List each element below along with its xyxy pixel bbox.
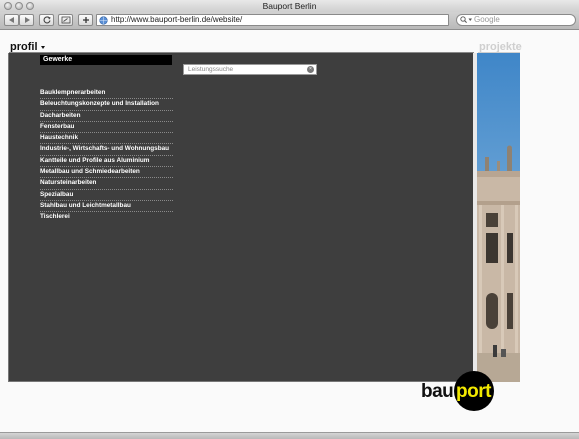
- projekte-photo[interactable]: [477, 53, 520, 382]
- logo-text-bau[interactable]: bau: [421, 381, 454, 403]
- forward-button[interactable]: [19, 14, 34, 26]
- tab-gewerke[interactable]: Gewerke: [40, 55, 172, 65]
- list-item[interactable]: Metallbau und Schmiedearbeiten: [40, 167, 173, 179]
- snapback-icon: [61, 16, 70, 24]
- browser-toolbar: http://www.bauport-berlin.de/website/ Go…: [0, 12, 579, 30]
- list-item[interactable]: Fensterbau: [40, 122, 173, 134]
- logo-text-port[interactable]: port: [456, 381, 491, 403]
- list-item[interactable]: Industrie-, Wirtschafts- und Wohnungsbau: [40, 144, 173, 156]
- forward-arrow-icon: [24, 17, 30, 23]
- list-item[interactable]: Tischlerei: [40, 212, 173, 223]
- list-item[interactable]: Dacharbeiten: [40, 111, 173, 122]
- snapback-button[interactable]: [58, 14, 73, 26]
- globe-icon: [99, 16, 108, 25]
- caret-down-icon[interactable]: [41, 46, 45, 49]
- list-item[interactable]: Kantteile und Profile aus Aluminium: [40, 156, 173, 168]
- clear-search-icon[interactable]: ×: [307, 66, 314, 73]
- google-search-field[interactable]: Google: [456, 14, 576, 26]
- back-arrow-icon: [8, 17, 14, 23]
- address-bar[interactable]: http://www.bauport-berlin.de/website/: [96, 14, 449, 26]
- add-bookmark-button[interactable]: [78, 14, 93, 26]
- search-icon: [460, 16, 472, 23]
- list-item[interactable]: Stahlbau und Leichtmetallbau: [40, 201, 173, 213]
- reload-button[interactable]: [39, 14, 54, 26]
- list-item[interactable]: Bauklempnerarbeiten: [40, 88, 173, 100]
- plus-icon: [82, 17, 89, 23]
- list-item[interactable]: Haustechnik: [40, 133, 173, 145]
- building-image: [477, 53, 520, 382]
- search-placeholder: Google: [474, 15, 500, 24]
- list-item[interactable]: Spezialbau: [40, 190, 173, 201]
- list-item[interactable]: Beleuchtungskonzepte und Installation: [40, 99, 173, 111]
- window-title: Bauport Berlin: [262, 1, 317, 11]
- url-text: http://www.bauport-berlin.de/website/: [111, 15, 243, 24]
- leistungssuche-input[interactable]: Leistungssuche ×: [183, 64, 317, 75]
- leistungssuche-placeholder: Leistungssuche: [188, 66, 234, 73]
- status-bar: [0, 432, 579, 439]
- back-button[interactable]: [4, 14, 19, 26]
- list-item[interactable]: Natursteinarbeiten: [40, 178, 173, 190]
- gewerke-list: Bauklempnerarbeiten Beleuchtungskonzepte…: [40, 88, 173, 224]
- reload-icon: [43, 16, 51, 24]
- window-titlebar: Bauport Berlin: [0, 0, 579, 12]
